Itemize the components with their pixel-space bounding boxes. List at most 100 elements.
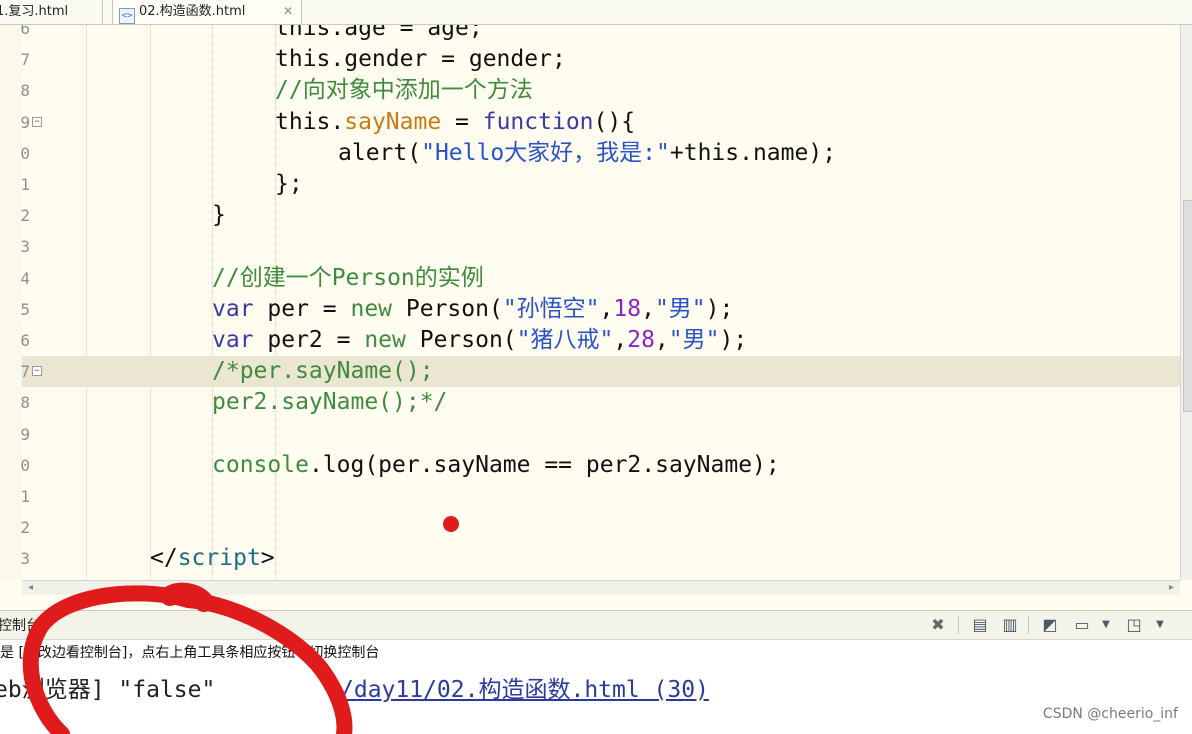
code-token: +this.name); [669,139,837,166]
code-token: per = [253,295,351,322]
source-link[interactable]: /day11/02.构造函数.html (30) [340,670,709,704]
console-info-text: 是 [边改边看控制台]，点右上角工具条相应按钮可切换控制台 [0,640,1192,666]
line-number: 6 [20,331,30,350]
code-token: = [441,108,483,135]
code-line[interactable]: 8 //向对象中添加一个方法 [20,75,1180,106]
code-token: "Hello大家好，我是:" [421,139,670,166]
code-token: alert( [338,139,422,166]
code-line[interactable]: 5 var per = new Person("孙悟空",18,"男"); [20,294,1180,325]
code-token: this. [275,108,345,135]
vertical-scrollbar[interactable] [1180,25,1192,580]
line-number: 2 [20,206,30,226]
code-token: </ [150,545,178,572]
scroll-lock-icon[interactable]: ▥ [1000,615,1020,635]
code-line[interactable]: 2 [20,512,1180,543]
code-text: } [212,200,226,231]
code-token: "孙悟空" [502,295,600,322]
code-text: var per2 = new Person("猪八戒",28,"男"); [212,325,747,356]
code-text: </script> [150,543,275,574]
line-number: 5 [20,299,30,319]
tab-constructor-html[interactable]: <> 02.构造函数.html ✕ [112,0,302,24]
line-number: 4 [20,268,30,288]
clear-console-icon[interactable]: ✖ [928,615,948,635]
code-line[interactable]: 7− /*per.sayName(); [20,356,1180,388]
code-line[interactable]: 1}; [20,169,1180,200]
horizontal-scrollbar[interactable]: ◂ ▸ [22,580,1180,595]
code-token: per2 = [253,327,365,353]
line-number: 7 [20,362,30,382]
editor-tab-bar: 1.复习.html <> 02.构造函数.html ✕ [0,0,1192,25]
code-line[interactable]: 8 per2.sayName();*/ [20,387,1180,418]
tab-review-html[interactable]: 1.复习.html [0,0,103,24]
code-line[interactable]: 6 this.age = age; [20,25,1180,44]
code-token: , [654,327,669,353]
code-line[interactable]: 9− this.sayName = function(){ [20,107,1180,138]
code-line[interactable]: 6 var per2 = new Person("猪八戒",28,"男"); [20,325,1180,356]
code-token: //创建一个Person的实例 [212,264,484,291]
line-number: 6 [20,25,30,38]
open-console-icon[interactable]: ◳ [1124,615,1144,635]
code-line[interactable]: 9 [20,419,1180,450]
code-token: sayName [344,108,442,135]
display-console-icon[interactable]: ▭ [1072,615,1092,635]
code-token: //向对象中添加一个方法 [275,77,533,104]
line-number: 7 [20,50,30,70]
code-token: ); [719,327,748,353]
code-line[interactable]: 1 [20,481,1180,512]
code-line[interactable]: 0 alert("Hello大家好，我是:"+this.name); [20,138,1180,169]
code-text: alert("Hello大家好，我是:"+this.name); [338,138,836,169]
line-number: 3 [20,549,30,569]
code-token: Person( [392,295,503,322]
toolbar-divider [1028,616,1029,634]
code-token: this.gender = gender; [275,46,566,73]
code-token: "男" [654,295,706,322]
toolbar-divider [958,616,959,634]
line-number: 2 [20,518,30,538]
code-token: > [260,545,275,572]
code-line[interactable]: 2} [20,200,1180,231]
line-number: 1 [20,487,30,506]
code-editor[interactable]: 6 this.age = age; 7 this.gender = gender; 8 /… [0,25,1180,580]
code-token: var [212,295,254,322]
pin-console-icon[interactable]: ◩ [1040,615,1060,635]
code-token: (){ [593,108,636,135]
console-output: eb浏览器] "false" [0,677,216,703]
code-token: console [212,451,309,478]
tab-label: 1.复习.html [0,4,69,19]
scrollbar-thumb[interactable] [1183,200,1192,412]
code-line[interactable]: 3 [20,231,1180,262]
code-token: /*per.sayName(); [212,358,434,385]
code-token: ); [705,295,734,322]
watermark: CSDN @cheerio_inf [1042,706,1178,722]
code-line[interactable]: 4 //创建一个Person的实例 [20,263,1180,294]
code-token: 28 [627,327,655,353]
code-line[interactable]: 0 console.log(per.sayName == per2.sayName… [20,450,1180,481]
console-title: 控制台 [0,618,40,634]
code-token: , [613,327,628,353]
chevron-down-icon[interactable]: ▼ [1096,615,1116,635]
fold-toggle-icon[interactable]: − [32,116,42,127]
code-text: /*per.sayName(); [212,356,434,387]
code-text: this.gender = gender; [275,44,566,75]
chevron-down-icon[interactable]: ▼ [1150,615,1170,635]
code-text: per2.sayName();*/ [212,387,447,418]
code-line[interactable]: 3 </script> [20,543,1180,574]
code-text: //创建一个Person的实例 [212,263,484,294]
code-text: var per = new Person("孙悟空",18,"男"); [212,294,733,325]
scroll-right-icon[interactable]: ▸ [1169,581,1174,595]
line-number: 8 [20,393,30,413]
code-token: Person( [405,327,517,353]
code-token: } [212,202,226,229]
code-line[interactable]: 7 this.gender = gender; [20,44,1180,75]
code-token: "男" [668,327,720,353]
code-text: }; [275,169,303,200]
code-token: .log(per.sayName == per2.sayName); [308,451,780,478]
code-token: }; [275,171,303,197]
console-toolbar: 控制台 ✖ ▤ ▥ ◩ ▭ ▼ ◳ ▼ [0,610,1192,640]
scroll-left-icon[interactable]: ◂ [28,581,33,595]
remove-launch-icon[interactable]: ▤ [970,615,990,635]
fold-toggle-icon[interactable]: − [32,366,42,377]
code-token: script [177,545,261,572]
line-number: 1 [20,175,30,194]
close-tab-icon[interactable]: ✕ [283,0,293,23]
